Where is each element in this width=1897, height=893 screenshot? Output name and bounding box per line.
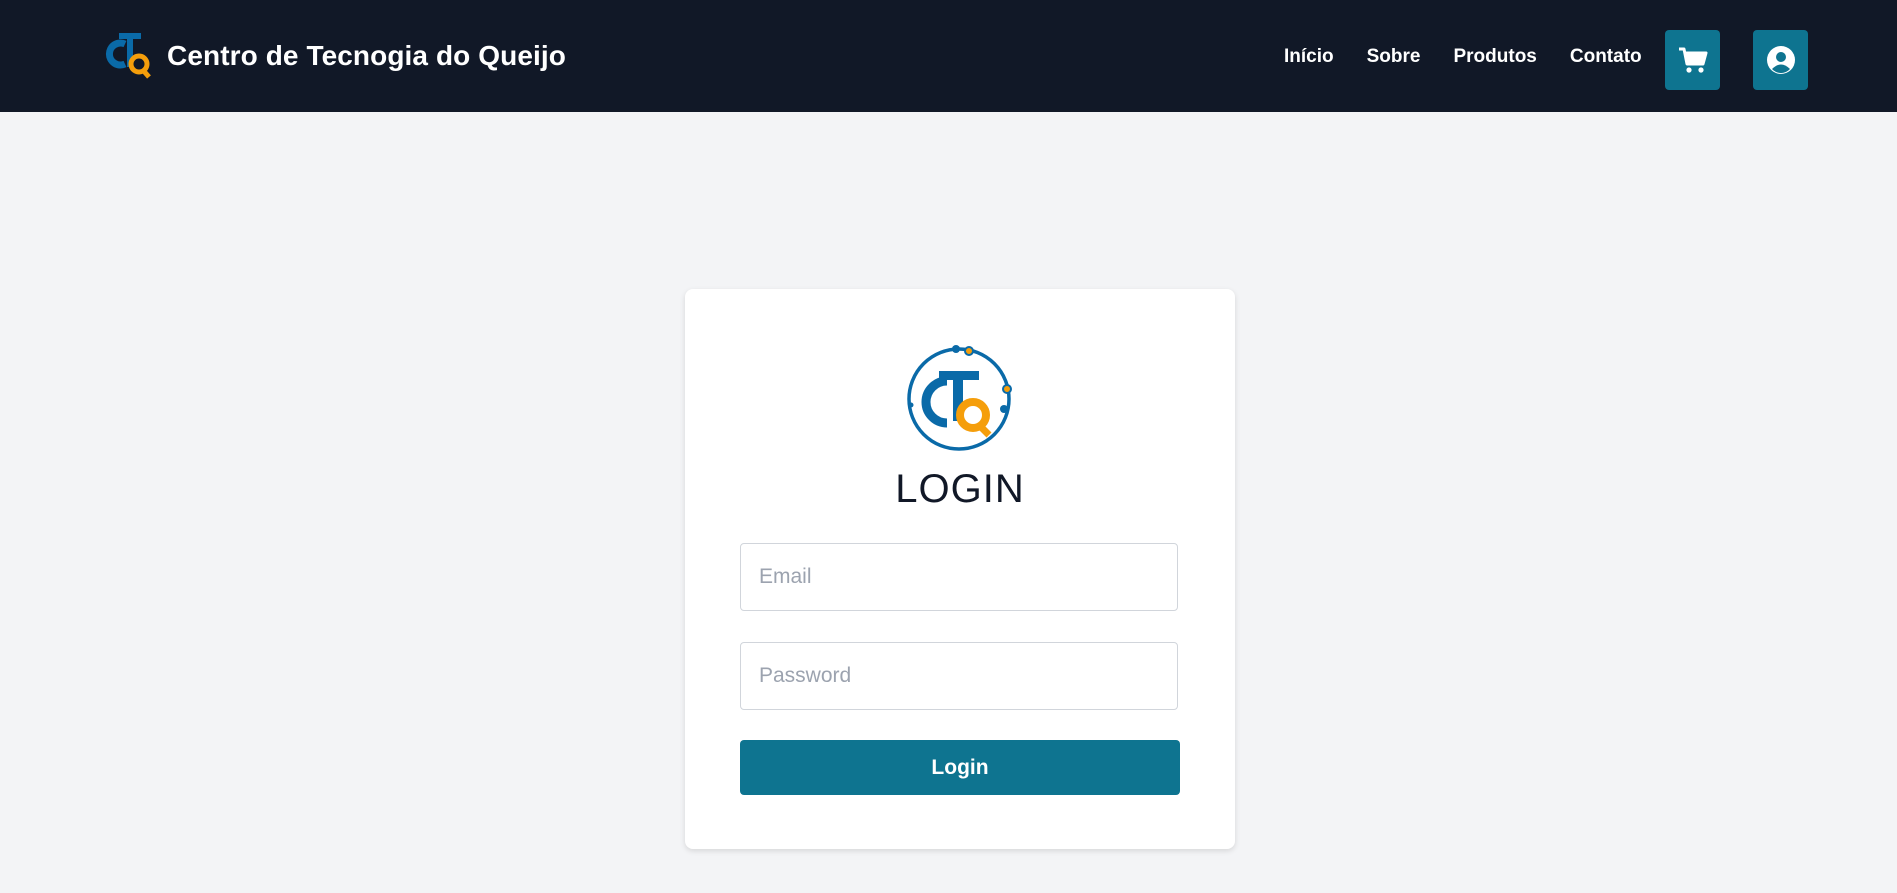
ctq-emblem-icon [907,345,1012,451]
ctq-logo-icon [105,33,151,79]
nav-link-sobre[interactable]: Sobre [1367,46,1421,68]
login-card: LOGIN Login [685,289,1235,849]
brand-title: Centro de Tecnogia do Queijo [167,40,566,71]
shopping-cart-icon [1678,47,1707,73]
top-navbar: Centro de Tecnogia do Queijo Início Sobr… [0,0,1897,112]
nav-link-contato[interactable]: Contato [1570,46,1642,68]
nav-link-inicio[interactable]: Início [1284,46,1334,68]
user-circle-icon [1766,46,1795,74]
cart-button[interactable] [1665,30,1720,90]
login-title: LOGIN [895,467,1025,511]
password-input[interactable] [740,642,1178,710]
main-nav: Início Sobre Produtos Contato [1284,46,1675,68]
email-input[interactable] [740,543,1178,611]
nav-link-produtos[interactable]: Produtos [1453,46,1536,68]
login-button[interactable]: Login [740,740,1180,795]
user-account-button[interactable] [1753,30,1808,90]
brand[interactable]: Centro de Tecnogia do Queijo [101,30,566,82]
